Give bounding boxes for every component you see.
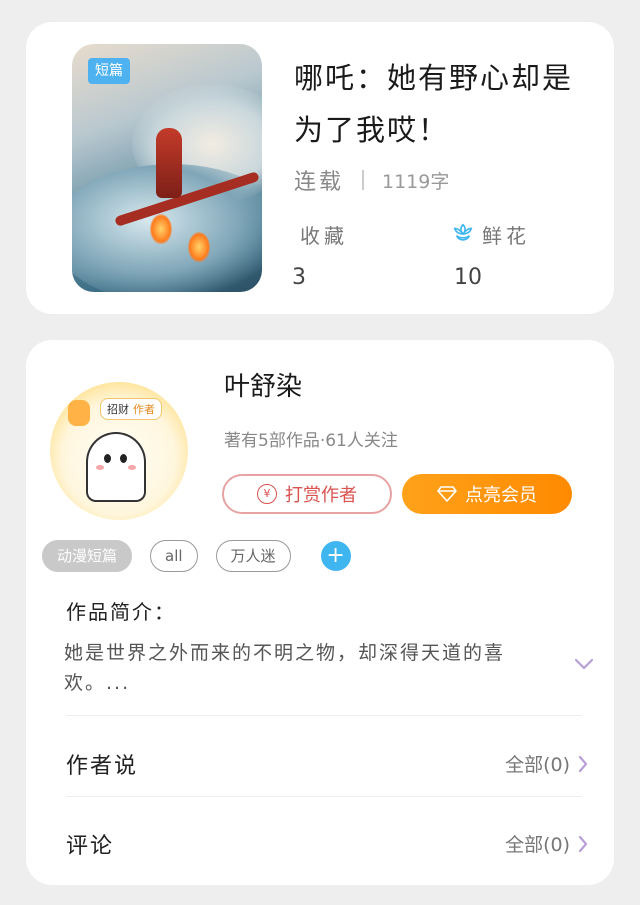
author-stats: 著有5部作品·61人关注: [224, 431, 398, 451]
tag-list: 动漫短篇 all 万人迷 +: [42, 540, 351, 572]
serial-status: 连载: [294, 170, 345, 195]
avatar-author-tag: 招财 作者: [100, 398, 162, 420]
tag-anime-short[interactable]: 动漫短篇: [42, 540, 133, 572]
book-cover-image[interactable]: 短篇: [72, 44, 262, 292]
comments-view-all[interactable]: 全部(0): [505, 830, 588, 857]
membership-label: 点亮会员: [465, 485, 537, 506]
author-name[interactable]: 叶舒染: [224, 366, 302, 403]
tag-everyone-loves[interactable]: 万人迷: [215, 540, 291, 572]
chevron-down-icon[interactable]: [574, 658, 594, 670]
comments-count: 全部(0): [505, 834, 570, 856]
flowers-label: 鲜花: [482, 224, 530, 248]
favorites-count: 3: [292, 265, 306, 290]
light-up-membership-button[interactable]: 点亮会员: [402, 474, 572, 514]
book-title: 哪吒：她有野心却是为了我哎！: [294, 61, 574, 147]
chevron-right-icon: [578, 755, 588, 772]
lantern-icon: [68, 400, 90, 426]
comments-title: 评论: [66, 834, 115, 859]
favorites-label: 收藏: [300, 224, 348, 248]
author-says-view-all[interactable]: 全部(0): [505, 750, 588, 777]
tip-author-label: 打赏作者: [285, 485, 357, 506]
meta-divider: [362, 170, 364, 190]
ghost-cheek: [96, 465, 104, 470]
plus-icon[interactable]: +: [320, 541, 351, 571]
flowers-count: 10: [454, 265, 482, 290]
ghost-eye: [120, 454, 127, 463]
ghost-mascot-icon: [86, 432, 146, 502]
diamond-icon: [437, 486, 457, 502]
section-divider: [66, 796, 582, 797]
ghost-cheek: [128, 465, 136, 470]
cover-art-figure: [156, 128, 182, 198]
book-info-card: 短篇 哪吒：她有野心却是为了我哎！ 连载 1119字 收藏 3 鲜花 10: [26, 22, 614, 314]
synopsis-title: 作品简介：: [66, 600, 176, 624]
coin-icon: ¥: [257, 484, 277, 504]
tip-author-button[interactable]: ¥ 打赏作者: [222, 474, 392, 514]
avatar-tag-highlight: 作者: [133, 403, 155, 416]
word-count: 1119字: [382, 171, 450, 193]
section-divider: [66, 715, 582, 716]
short-story-badge: 短篇: [88, 58, 130, 84]
cover-art-fire: [188, 232, 210, 262]
tag-all[interactable]: all: [150, 540, 198, 572]
ghost-eye: [104, 454, 111, 463]
author-detail-card: 招财 作者 叶舒染 著有5部作品·61人关注 ¥ 打赏作者 点亮会员 动漫短篇 a…: [26, 340, 614, 885]
author-says-count: 全部(0): [505, 754, 570, 776]
cover-art-fire: [150, 214, 172, 244]
chevron-right-icon: [578, 835, 588, 852]
avatar-tag-text: 招财: [107, 403, 129, 416]
flower-icon: [453, 223, 473, 241]
author-says-title: 作者说: [66, 754, 139, 779]
synopsis-text[interactable]: 她是世界之外而来的不明之物，却深得天道的喜欢。...: [64, 638, 564, 694]
author-avatar[interactable]: 招财 作者: [50, 382, 188, 520]
